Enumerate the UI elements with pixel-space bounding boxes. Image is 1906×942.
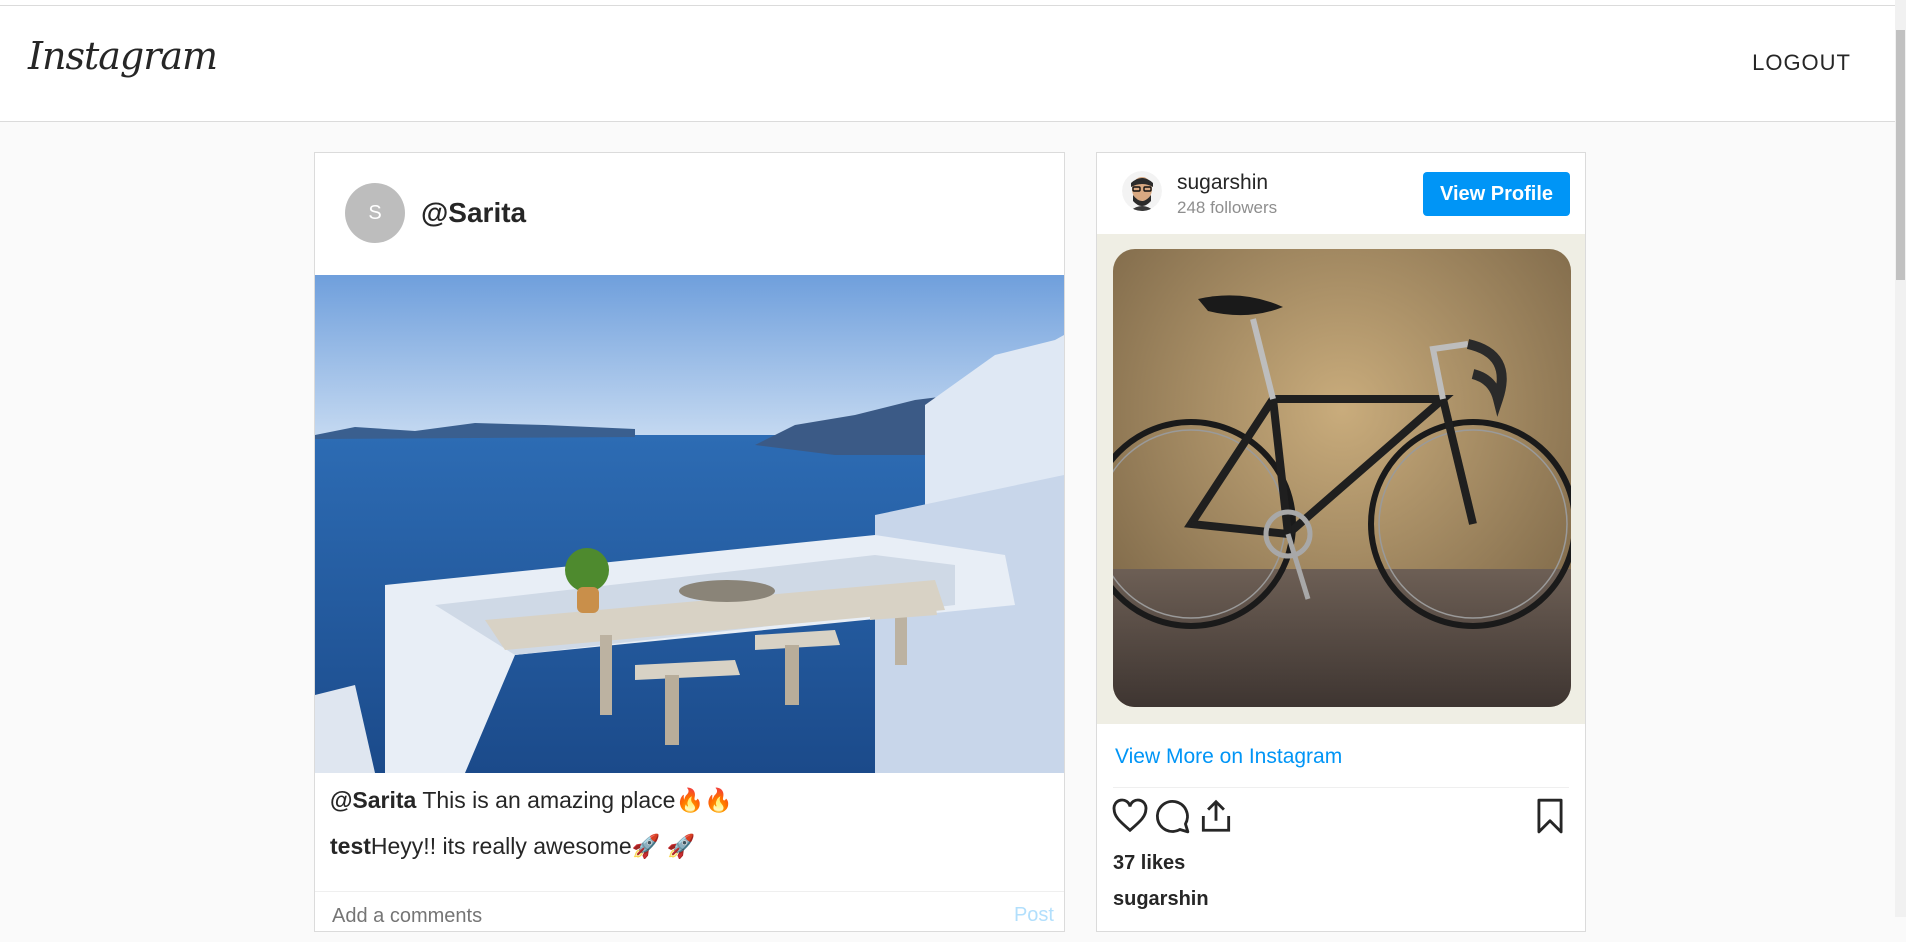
profile-avatar[interactable] (1122, 171, 1162, 211)
post-comment-button[interactable]: Post (1014, 904, 1054, 927)
embed-photo[interactable] (1113, 249, 1571, 707)
caption-text: This is an amazing place🔥🔥 (416, 787, 733, 813)
scrollbar-thumb[interactable] (1896, 30, 1905, 280)
post-header: S @Sarita (315, 153, 1064, 276)
navbar: Instagram LOGOUT (0, 6, 1895, 122)
embed-username[interactable]: sugarshin (1177, 171, 1268, 195)
post-image (315, 275, 1064, 773)
instagram-logo[interactable]: Instagram (28, 34, 218, 78)
caption-username[interactable]: @Sarita (330, 787, 416, 813)
bookmark-icon[interactable] (1531, 797, 1569, 835)
comment-username[interactable]: test (330, 833, 371, 859)
profile-avatar-icon (1122, 171, 1162, 211)
post-caption: @Sarita This is an amazing place🔥🔥 (330, 787, 733, 814)
scrollbar[interactable] (1895, 0, 1906, 917)
comment: testHeyy!! its really awesome🚀 🚀 (330, 833, 695, 860)
comment-text: Heyy!! its really awesome🚀 🚀 (370, 833, 696, 859)
heart-icon[interactable] (1111, 797, 1149, 835)
embed-photo-frame (1097, 234, 1585, 724)
divider (1113, 787, 1569, 788)
embed-owner-username[interactable]: sugarshin (1113, 888, 1209, 911)
santorini-photo (315, 275, 1064, 773)
view-more-link[interactable]: View More on Instagram (1115, 745, 1342, 769)
logout-button[interactable]: LOGOUT (1752, 50, 1851, 76)
share-icon[interactable] (1197, 797, 1235, 835)
avatar[interactable]: S (345, 183, 405, 243)
comment-icon[interactable] (1153, 797, 1191, 835)
follower-count: 248 followers (1177, 198, 1278, 217)
view-profile-button[interactable]: View Profile (1423, 172, 1570, 216)
post-username[interactable]: @Sarita (421, 197, 526, 229)
bicycle-photo (1113, 249, 1571, 707)
like-count: 37 likes (1113, 852, 1186, 874)
instagram-embed-card: sugarshin 248 followers View Profile Vie… (1096, 152, 1586, 932)
post-card: S @Sarita @Sarita This is an amazing pla… (314, 152, 1065, 932)
